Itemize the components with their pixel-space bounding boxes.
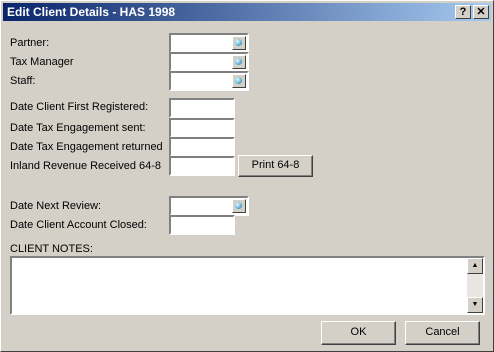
window-title: Edit Client Details - HAS 1998	[7, 5, 176, 19]
magnifier-lookup-icon	[235, 58, 242, 65]
client-notes-label: CLIENT NOTES:	[10, 243, 93, 255]
print-64-8-button[interactable]: Print 64-8	[238, 155, 313, 177]
ok-button[interactable]: OK	[321, 321, 396, 345]
date-tax-engagement-returned-field[interactable]	[169, 137, 235, 157]
close-button[interactable]: ✕	[473, 5, 489, 19]
arrow-up-icon[interactable]: ▲	[467, 258, 483, 274]
magnifier-lookup-icon	[235, 39, 242, 46]
tax-manager-label: Tax Manager	[10, 56, 74, 68]
date-next-review-label: Date Next Review:	[10, 200, 102, 212]
staff-lookup-button[interactable]	[232, 74, 246, 88]
date-tax-engagement-sent-label: Date Tax Engagement sent:	[10, 122, 146, 134]
staff-field[interactable]	[169, 71, 249, 91]
edit-client-details-dialog: Edit Client Details - HAS 1998 ? ✕ Partn…	[0, 0, 494, 352]
magnifier-lookup-icon	[235, 202, 242, 209]
arrow-down-icon[interactable]: ▼	[467, 297, 483, 313]
cancel-button[interactable]: Cancel	[405, 321, 480, 345]
date-first-registered-label: Date Client First Registered:	[10, 101, 149, 113]
tax-manager-lookup-button[interactable]	[232, 55, 246, 69]
title-bar[interactable]: Edit Client Details - HAS 1998 ? ✕	[3, 3, 491, 21]
date-account-closed-field[interactable]	[169, 215, 235, 235]
tax-manager-field[interactable]	[169, 52, 249, 72]
date-tax-engagement-returned-label: Date Tax Engagement returned	[10, 141, 163, 153]
partner-field[interactable]	[169, 33, 249, 53]
help-button[interactable]: ?	[455, 5, 471, 19]
partner-lookup-button[interactable]	[232, 36, 246, 50]
inland-revenue-label: Inland Revenue Received 64-8	[10, 160, 162, 172]
date-next-review-lookup-button[interactable]	[232, 199, 246, 213]
date-tax-engagement-sent-field[interactable]	[169, 118, 235, 138]
date-account-closed-label: Date Client Account Closed:	[10, 219, 147, 231]
partner-label: Partner:	[10, 37, 50, 49]
inland-revenue-field[interactable]	[169, 156, 235, 176]
notes-scrollbar[interactable]: ▲ ▼	[467, 258, 483, 313]
magnifier-lookup-icon	[235, 77, 242, 84]
staff-label: Staff:	[10, 75, 36, 87]
client-notes-textarea[interactable]: ▲ ▼	[10, 256, 485, 315]
date-next-review-field[interactable]	[169, 196, 249, 216]
date-first-registered-field[interactable]	[169, 98, 235, 118]
